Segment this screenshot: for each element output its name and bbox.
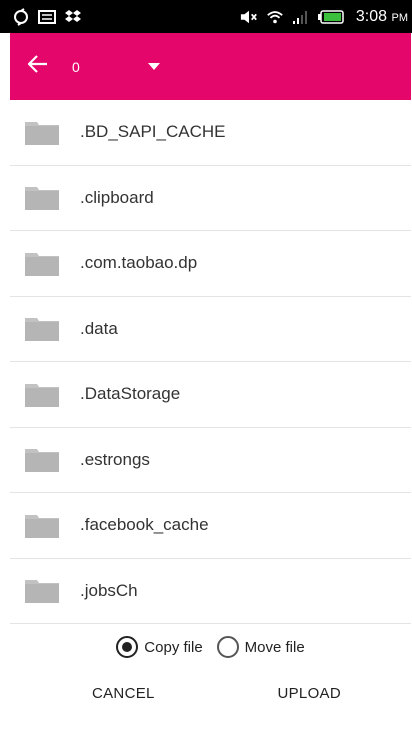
path-dropdown-value[interactable]: 0 [72, 59, 80, 75]
list-item[interactable]: .BD_SAPI_CACHE [10, 100, 411, 166]
wifi-icon [266, 9, 284, 25]
list-item[interactable]: .clipboard [10, 166, 411, 231]
file-name: .estrongs [80, 449, 150, 469]
file-name: .BD_SAPI_CACHE [80, 122, 226, 142]
list-item[interactable]: .jobsCh [10, 559, 411, 624]
list-item[interactable]: .DataStorage [10, 362, 411, 428]
caret-down-icon[interactable] [147, 63, 160, 70]
signal-icon [292, 9, 310, 25]
status-bar: 3:08 PM [0, 0, 412, 33]
dropbox-icon [64, 9, 82, 25]
copy-file-radio[interactable] [116, 636, 139, 658]
file-name: .com.taobao.dp [80, 253, 198, 273]
copy-file-label: Copy file [144, 638, 203, 656]
radio-selected-dot [122, 642, 133, 652]
copy-file-option[interactable]: Copy file [116, 636, 203, 658]
toolbar: 0 [10, 33, 411, 100]
transfer-mode-options: Copy file Move file [10, 629, 411, 665]
status-bar-left [12, 7, 82, 26]
list-item[interactable]: .data [10, 297, 411, 362]
arrow-back-icon [27, 55, 48, 78]
file-name: .DataStorage [80, 384, 181, 404]
move-file-label: Move file [244, 638, 305, 656]
folder-icon [25, 316, 59, 342]
battery-icon [317, 9, 344, 25]
folder-icon [25, 513, 59, 538]
sync-icon [12, 7, 30, 26]
move-file-radio[interactable] [216, 636, 239, 658]
file-name: .clipboard [80, 187, 154, 207]
folder-icon [25, 185, 59, 211]
status-bar-right: 3:08 PM [240, 8, 408, 26]
mute-icon [240, 9, 258, 25]
cancel-button[interactable]: CANCEL [92, 685, 155, 702]
list-item[interactable]: .com.taobao.dp [10, 231, 411, 297]
upload-button[interactable]: UPLOAD [278, 685, 342, 702]
list-item[interactable]: .estrongs [10, 428, 411, 493]
file-name: .jobsCh [80, 580, 138, 600]
folder-icon [25, 382, 59, 407]
folder-icon [25, 578, 59, 604]
message-icon [38, 9, 56, 25]
status-time: 3:08 PM [355, 7, 408, 25]
file-list[interactable]: .BD_SAPI_CACHE .clipboard .com.taobao.dp… [10, 100, 411, 652]
list-item[interactable]: .facebook_cache [10, 493, 411, 559]
file-picker-dialog: 0 .BD_SAPI_CACHE .clipboard .com.taobao.… [10, 33, 411, 731]
move-file-option[interactable]: Move file [216, 636, 305, 658]
folder-icon [25, 251, 59, 276]
folder-icon [25, 447, 59, 473]
dialog-actions: CANCEL UPLOAD [10, 673, 411, 713]
folder-icon [25, 120, 59, 145]
file-name: .facebook_cache [80, 515, 209, 535]
back-button[interactable] [10, 33, 66, 100]
file-name: .data [80, 318, 118, 338]
